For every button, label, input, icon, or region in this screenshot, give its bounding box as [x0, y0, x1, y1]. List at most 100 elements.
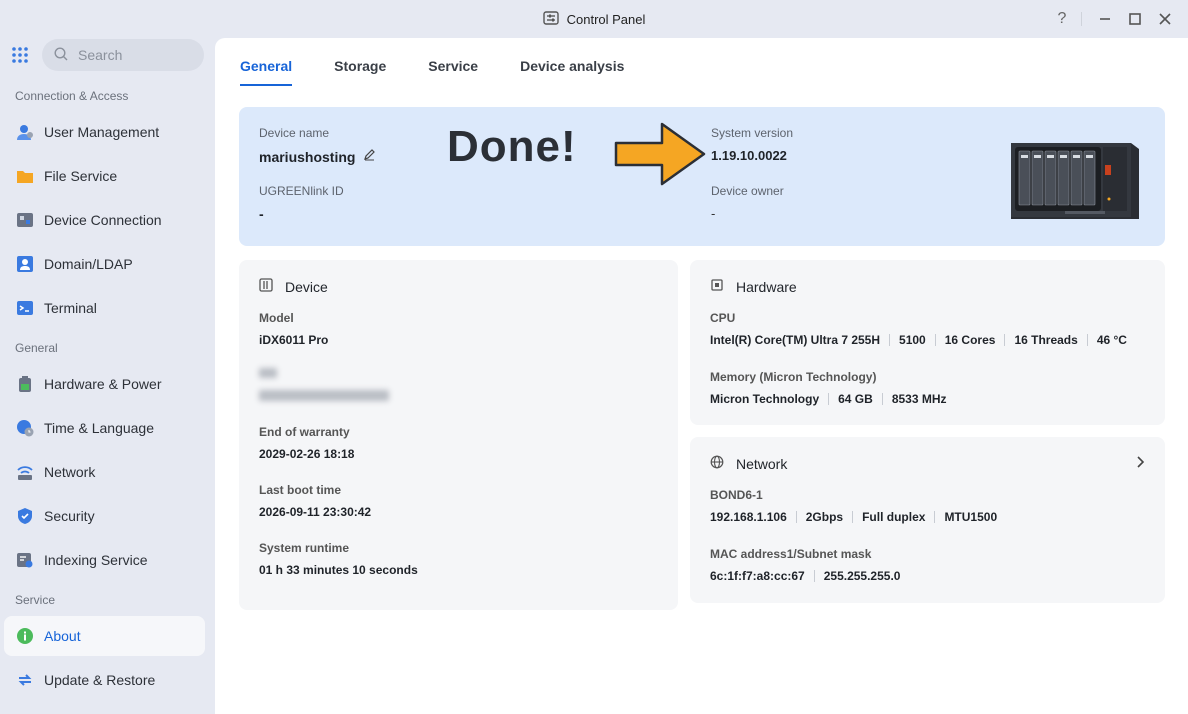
minimize-button[interactable] [1092, 8, 1118, 30]
device-summary-banner: Device name mariushosting UGREENlink ID … [239, 107, 1165, 246]
search-icon [54, 46, 68, 64]
battery-icon [16, 375, 34, 393]
model-value: iDX6011 Pro [259, 333, 329, 347]
chevron-right-icon[interactable] [1135, 455, 1145, 474]
duplex-mode: Full duplex [862, 510, 926, 524]
tab-service[interactable]: Service [428, 50, 478, 86]
section-label-service: Service [15, 593, 56, 607]
sidebar-item-label: Time & Language [44, 420, 154, 436]
cpu-label: CPU [710, 311, 736, 325]
edit-icon[interactable] [363, 148, 376, 166]
update-icon [16, 671, 34, 689]
hardware-card: Hardware CPU Intel(R) Core(TM) Ultra 7 2… [690, 260, 1165, 425]
help-button[interactable]: ? [1049, 8, 1075, 30]
main-panel: General Storage Service Device analysis … [215, 38, 1188, 714]
subnet-mask: 255.255.255.0 [823, 569, 901, 583]
cpu-frequency: 5100 [899, 333, 926, 347]
device-owner-label: Device owner [711, 184, 784, 198]
sidebar-item-network[interactable]: Network [4, 452, 205, 492]
device-connection-icon [16, 211, 34, 229]
globe-icon [710, 455, 724, 472]
sidebar-item-label: Terminal [44, 300, 97, 316]
control-panel-icon [542, 10, 559, 28]
search-input[interactable]: Search [42, 39, 204, 71]
sidebar-item-label: Update & Restore [44, 672, 156, 688]
tab-general[interactable]: General [240, 50, 293, 86]
device-owner-value: - [711, 206, 716, 221]
mac-label: MAC address1/Subnet mask [710, 547, 872, 561]
close-button[interactable] [1152, 8, 1178, 30]
info-icon [16, 627, 34, 645]
model-label: Model [259, 311, 294, 325]
domain-icon [16, 255, 34, 273]
sidebar-item-label: Indexing Service [44, 552, 148, 568]
cpu-model: Intel(R) Core(TM) Ultra 7 255H [710, 333, 881, 347]
device-name-label: Device name [259, 126, 330, 140]
boot-time-label: Last boot time [259, 483, 342, 497]
memory-label: Memory (Micron Technology) [710, 370, 877, 384]
device-card: Device Model iDX6011 Pro End of warranty… [239, 260, 678, 610]
sidebar-item-label: Domain/LDAP [44, 256, 133, 272]
app-grid-icon[interactable] [10, 45, 30, 65]
system-version-label: System version [711, 126, 794, 140]
shield-icon [16, 507, 34, 525]
window-title: Control Panel [566, 11, 646, 27]
user-icon [16, 123, 34, 141]
sidebar-item-label: Device Connection [44, 212, 162, 228]
memory-speed: 8533 MHz [891, 392, 947, 406]
divider [1081, 12, 1082, 26]
memory-size: 64 GB [838, 392, 873, 406]
network-icon [16, 463, 34, 481]
sidebar-item-hardware-power[interactable]: Hardware & Power [4, 364, 205, 404]
tab-bar: General Storage Service Device analysis [240, 50, 624, 86]
system-version-value: 1.19.10.0022 [711, 148, 787, 163]
sidebar-item-label: File Service [44, 168, 118, 184]
nas-device-image [1005, 137, 1145, 224]
ugreenlink-value: - [259, 206, 264, 222]
sidebar-item-label: Hardware & Power [44, 376, 162, 392]
device-name-value: mariushosting [259, 149, 356, 165]
sidebar-item-update-restore[interactable]: Update & Restore [4, 660, 205, 700]
sidebar-item-indexing-service[interactable]: Indexing Service [4, 540, 205, 580]
runtime-label: System runtime [259, 541, 350, 555]
network-card[interactable]: Network BOND6-1 192.168.1.106 2Gbps Full… [690, 437, 1165, 603]
memory-vendor: Micron Technology [710, 392, 820, 406]
cpu-temperature: 46 °C [1096, 333, 1127, 347]
serial-label-redacted [259, 368, 277, 378]
sidebar-item-time-language[interactable]: Time & Language [4, 408, 205, 448]
warranty-label: End of warranty [259, 425, 350, 439]
mtu-value: MTU1500 [944, 510, 998, 524]
sidebar-item-user-management[interactable]: User Management [4, 112, 205, 152]
cpu-values: Intel(R) Core(TM) Ultra 7 255H 5100 16 C… [710, 333, 1127, 347]
warranty-value: 2029-02-26 18:18 [259, 447, 355, 461]
terminal-icon [16, 299, 34, 317]
sidebar-item-domain-ldap[interactable]: Domain/LDAP [4, 244, 205, 284]
memory-values: Micron Technology 64 GB 8533 MHz [710, 392, 947, 406]
sidebar: Search Connection & Access User Manageme… [0, 38, 215, 714]
sidebar-item-label: Network [44, 464, 96, 480]
bond-values: 192.168.1.106 2Gbps Full duplex MTU1500 [710, 510, 997, 524]
maximize-button[interactable] [1122, 8, 1148, 30]
sidebar-item-terminal[interactable]: Terminal [4, 288, 205, 328]
sidebar-item-device-connection[interactable]: Device Connection [4, 200, 205, 240]
ip-address: 192.168.1.106 [710, 510, 787, 524]
sidebar-item-about[interactable]: About [4, 616, 205, 656]
runtime-value: 01 h 33 minutes 10 seconds [259, 563, 418, 577]
search-placeholder: Search [78, 47, 123, 63]
title-bar: Control Panel ? [0, 0, 1188, 38]
arrow-icon [613, 121, 707, 192]
index-icon [16, 551, 34, 569]
folder-icon [16, 167, 34, 185]
mac-address: 6c:1f:f7:a8:cc:67 [710, 569, 805, 583]
section-label-general: General [15, 341, 58, 355]
sidebar-item-security[interactable]: Security [4, 496, 205, 536]
tab-device-analysis[interactable]: Device analysis [520, 50, 624, 86]
sidebar-item-label: User Management [44, 124, 160, 140]
link-speed: 2Gbps [805, 510, 844, 524]
boot-time-value: 2026-09-11 23:30:42 [259, 505, 372, 519]
device-icon [259, 278, 273, 295]
cpu-cores: 16 Cores [944, 333, 996, 347]
tab-storage[interactable]: Storage [334, 50, 386, 86]
sidebar-item-file-service[interactable]: File Service [4, 156, 205, 196]
hardware-card-title: Hardware [736, 278, 797, 295]
